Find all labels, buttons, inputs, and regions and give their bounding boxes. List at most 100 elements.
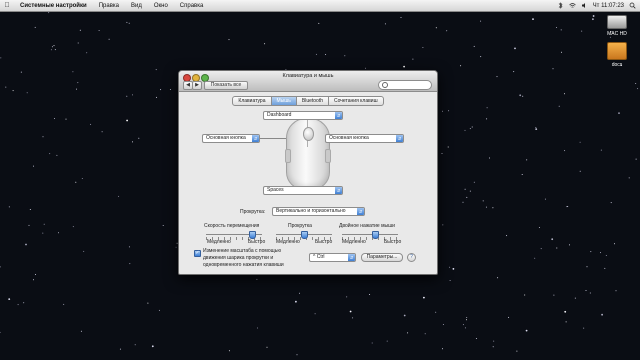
star <box>565 321 567 323</box>
star <box>558 105 560 107</box>
zoom-checkbox-label-line1: Изменение масштаба с помощью <box>203 248 282 254</box>
menu-clock[interactable]: Чт 11:07:23 <box>593 3 624 9</box>
star <box>75 181 77 183</box>
zoom-modifier-popup[interactable]: ^ Ctrl ⇵ <box>309 253 356 262</box>
star <box>156 96 157 98</box>
slider-knob[interactable] <box>249 231 256 239</box>
star <box>128 22 130 24</box>
slider-min-label: Медленно <box>276 239 300 245</box>
star <box>49 153 51 155</box>
star <box>54 118 55 119</box>
star <box>635 158 637 160</box>
star <box>532 18 534 20</box>
tab-keyboard[interactable]: Клавиатура <box>232 96 272 106</box>
star <box>346 296 348 298</box>
show-all-button[interactable]: Показать все <box>204 81 248 90</box>
tab-mouse[interactable]: Мышь <box>271 96 297 106</box>
star <box>447 146 449 148</box>
volume-icon[interactable] <box>581 2 588 9</box>
title-bar[interactable]: Клавиатура и мышь ◀ ▶ Показать все <box>179 71 437 92</box>
scroll-ball-action-value: Dashboard <box>267 112 292 118</box>
star <box>257 327 258 329</box>
star <box>486 107 488 109</box>
zoom-checkbox-label-line3: одновременного нажатия клавиши <box>203 262 284 268</box>
desktop-icon-label: docs <box>611 62 623 68</box>
star <box>28 224 30 226</box>
star <box>521 174 523 175</box>
star <box>228 39 230 41</box>
tab-keyboard-shortcuts[interactable]: Сочетания клавиш <box>329 96 384 106</box>
star <box>422 47 424 48</box>
forward-button[interactable]: ▶ <box>192 81 202 90</box>
star <box>489 157 490 159</box>
star <box>464 129 466 131</box>
popup-arrows-icon: ⇵ <box>348 254 355 261</box>
star <box>469 190 471 192</box>
star <box>551 238 554 241</box>
star <box>325 54 327 55</box>
star <box>126 119 128 122</box>
desktop-icon-hard-drive[interactable]: MAC HD <box>600 12 634 37</box>
star <box>522 95 524 97</box>
desktop-icon-folder[interactable]: docs <box>600 42 634 68</box>
star <box>119 348 121 350</box>
double-click-speed-slider[interactable] <box>342 231 398 240</box>
star <box>538 227 540 228</box>
star <box>56 154 58 156</box>
menu-edit[interactable]: Правка <box>93 3 125 9</box>
slider-knob[interactable] <box>301 231 308 239</box>
star <box>295 300 297 303</box>
zoom-checkbox[interactable]: ✓ <box>194 250 201 257</box>
tab-bluetooth[interactable]: Bluetooth <box>296 96 330 106</box>
left-button-action-popup[interactable]: Основная кнопка ⇵ <box>202 134 260 143</box>
apple-menu-icon[interactable]:  <box>0 2 14 9</box>
star <box>80 330 82 332</box>
menu-view[interactable]: Вид <box>125 3 148 9</box>
help-button[interactable]: ? <box>407 253 416 262</box>
menu-app-name[interactable]: Системные настройки <box>14 3 93 9</box>
scroll-ball-action-popup[interactable]: Dashboard ⇵ <box>263 111 343 120</box>
spotlight-icon[interactable] <box>629 2 636 9</box>
star <box>566 206 568 208</box>
search-field[interactable] <box>378 80 432 90</box>
star <box>560 29 562 31</box>
zoom-checkbox-label-line2: движения шарика прокрутки и <box>203 255 274 261</box>
star <box>352 317 354 319</box>
scrolling-direction-popup[interactable]: Вертикально и горизонтально ⇵ <box>272 207 365 216</box>
star <box>0 331 1 333</box>
star <box>151 345 154 348</box>
tracking-speed-label: Скорость перемещения <box>204 223 260 229</box>
star <box>561 51 562 53</box>
star <box>506 235 508 237</box>
star <box>493 340 495 342</box>
star <box>264 43 266 45</box>
menu-help[interactable]: Справка <box>174 3 210 9</box>
options-button[interactable]: Параметры... <box>361 253 403 262</box>
star <box>162 225 164 226</box>
star <box>26 92 28 94</box>
wifi-icon[interactable] <box>568 2 576 9</box>
star <box>0 57 2 59</box>
scrolling-speed-slider[interactable] <box>276 231 332 240</box>
slider-knob[interactable] <box>372 231 379 239</box>
star <box>535 128 538 131</box>
star <box>403 314 406 317</box>
star <box>635 83 637 84</box>
star <box>462 201 464 203</box>
bluetooth-icon[interactable] <box>557 2 564 9</box>
star <box>592 18 594 21</box>
right-button-action-value: Основная кнопка <box>329 135 369 141</box>
side-button-action-popup[interactable]: Spaces ⇵ <box>263 186 343 195</box>
star <box>442 348 443 350</box>
zoom-modifier-value: ^ Ctrl <box>313 254 325 260</box>
menu-window[interactable]: Окно <box>148 3 174 9</box>
star <box>403 65 405 68</box>
star <box>480 56 482 58</box>
star <box>564 150 566 152</box>
right-button-action-popup[interactable]: Основная кнопка ⇵ <box>325 134 404 143</box>
star <box>155 69 157 71</box>
slider-max-label: Быстро <box>384 239 402 245</box>
star <box>600 252 601 254</box>
star <box>480 20 482 22</box>
tracking-speed-slider[interactable] <box>206 231 262 240</box>
